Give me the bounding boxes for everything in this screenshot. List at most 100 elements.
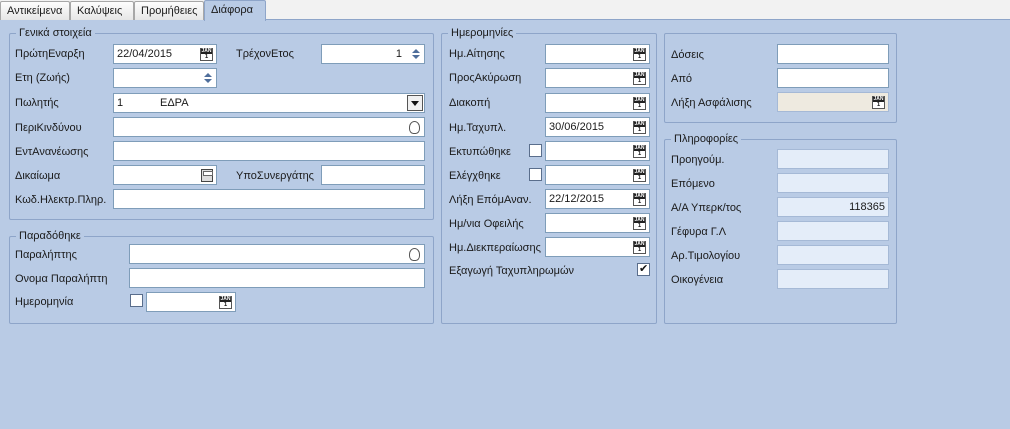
risk-area-label: ΠεριΚινδύνου: [15, 122, 82, 134]
next-label: Επόμενο: [671, 178, 715, 190]
receiver-name-field[interactable]: [129, 268, 425, 288]
renewal-field[interactable]: [113, 141, 425, 161]
spin-up-icon: [412, 49, 420, 53]
due-date-calendar-button[interactable]: [632, 216, 647, 230]
seller-select[interactable]: 1 ΕΔΡΑ: [113, 93, 425, 113]
current-year-field[interactable]: 1: [321, 44, 425, 64]
request-date-field[interactable]: [545, 44, 650, 64]
seller-name: ΕΔΡΑ: [160, 97, 189, 109]
checked-checkbox[interactable]: [529, 168, 542, 181]
tab-coverages[interactable]: Καλύψεις: [70, 1, 134, 20]
doses-field[interactable]: [777, 44, 889, 64]
lightbulb-icon: [409, 120, 420, 134]
delivered-group-title: Παραδόθηκε: [16, 230, 84, 242]
calendar-icon: [633, 71, 646, 85]
postal-date-field[interactable]: 30/06/2015: [545, 117, 650, 137]
first-start-value: 22/04/2015: [117, 48, 173, 60]
info-group-title: Πληροφορίες: [671, 133, 742, 145]
settlement-field[interactable]: [545, 237, 650, 257]
calendar-icon: [633, 168, 646, 182]
export-label: Εξαγωγή Ταχυπληρωμών: [449, 265, 575, 277]
right-label: Δικαίωμα: [15, 170, 61, 182]
request-date-calendar-button[interactable]: [632, 47, 647, 61]
checked-label: Ελέγχθηκε: [449, 170, 501, 182]
tab-commissions[interactable]: Προμήθειες: [134, 1, 204, 20]
stop-field[interactable]: [545, 93, 650, 113]
next-renewal-end-label: Λήξη ΕπόμΑναν.: [449, 194, 532, 206]
printed-checkbox[interactable]: [529, 144, 542, 157]
bridge-label: Γέφυρα Γ.Λ: [671, 226, 727, 238]
tab-misc[interactable]: Διάφορα: [204, 0, 266, 21]
calculator-icon: [200, 168, 213, 182]
life-years-spinner[interactable]: [201, 70, 215, 86]
insurance-end-field[interactable]: [777, 92, 889, 112]
receiver-field[interactable]: [129, 244, 425, 264]
tab-misc-label: Διάφορα: [211, 4, 254, 16]
invoice-field: [777, 245, 889, 265]
calendar-icon: [633, 144, 646, 158]
delivered-date-label: Ημερομηνία: [15, 296, 74, 308]
export-checkbox[interactable]: [637, 262, 650, 276]
calendar-icon: [872, 95, 885, 109]
printed-label: Εκτυπώθηκε: [449, 146, 511, 158]
spin-down-icon: [204, 79, 212, 83]
checked-date-calendar-button[interactable]: [632, 168, 647, 182]
settlement-label: Ημ.Διεκπεραίωσης: [449, 242, 541, 254]
stop-label: Διακοπή: [449, 97, 491, 109]
next-renewal-end-calendar-button[interactable]: [632, 192, 647, 206]
printed-date-field[interactable]: [545, 141, 650, 161]
calendar-icon: [633, 120, 646, 134]
chevron-down-icon: [411, 100, 419, 106]
calendar-icon: [633, 216, 646, 230]
right-field[interactable]: [113, 165, 217, 185]
due-date-field[interactable]: [545, 213, 650, 233]
current-year-spinner[interactable]: [409, 46, 423, 62]
settlement-calendar-button[interactable]: [632, 240, 647, 254]
checked-date-field[interactable]: [545, 165, 650, 185]
printed-date-calendar-button[interactable]: [632, 144, 647, 158]
first-start-calendar-button[interactable]: [199, 47, 214, 61]
insurance-end-calendar-button[interactable]: [871, 95, 886, 109]
tab-objects[interactable]: Αντικείμενα: [0, 1, 70, 20]
delivered-date-calendar-button[interactable]: [218, 295, 233, 309]
calendar-icon: [633, 47, 646, 61]
family-field: [777, 269, 889, 289]
pre-cancel-calendar-button[interactable]: [632, 71, 647, 85]
receiver-name-label: Ονομα Παραλήπτη: [15, 273, 108, 285]
epay-code-field[interactable]: [113, 189, 425, 209]
pre-cancel-field[interactable]: [545, 68, 650, 88]
lightbulb-icon: [409, 247, 420, 261]
current-year-label: ΤρέχονΕτος: [236, 48, 294, 60]
tab-coverages-label: Καλύψεις: [77, 5, 123, 17]
epay-code-label: Κωδ.Ηλεκτρ.Πληρ.: [15, 194, 107, 206]
pre-cancel-label: ΠροςΑκύρωση: [449, 72, 522, 84]
right-calculator-button[interactable]: [199, 168, 214, 182]
aa-label: Α/Α Υπερκ/τος: [671, 202, 742, 214]
previous-field: [777, 149, 889, 169]
risk-area-lookup-button[interactable]: [407, 120, 422, 134]
life-years-field[interactable]: [113, 68, 217, 88]
bridge-field: [777, 221, 889, 241]
next-field: [777, 173, 889, 193]
request-date-label: Ημ.Αίτησης: [449, 48, 505, 60]
renewal-label: ΕντΑνανέωσης: [15, 146, 89, 158]
subagent-label: ΥποΣυνεργάτης: [236, 170, 314, 182]
first-start-label: ΠρώτηΕναρξη: [15, 48, 85, 60]
delivered-date-field[interactable]: [146, 292, 236, 312]
receiver-lookup-button[interactable]: [407, 247, 422, 261]
postal-date-calendar-button[interactable]: [632, 120, 647, 134]
spin-up-icon: [204, 73, 212, 77]
stop-calendar-button[interactable]: [632, 96, 647, 110]
dates-group-title: Ημερομηνίες: [448, 27, 517, 39]
seller-code: 1: [117, 97, 124, 109]
calendar-icon: [633, 192, 646, 206]
tab-commissions-label: Προμήθειες: [141, 5, 198, 17]
first-start-field[interactable]: 22/04/2015: [113, 44, 217, 64]
calendar-icon: [633, 240, 646, 254]
subagent-field[interactable]: [321, 165, 425, 185]
from-field[interactable]: [777, 68, 889, 88]
risk-area-field[interactable]: [113, 117, 425, 137]
delivered-date-checkbox[interactable]: [130, 294, 143, 307]
seller-dropdown-button[interactable]: [407, 95, 423, 111]
next-renewal-end-field[interactable]: 22/12/2015: [545, 189, 650, 209]
